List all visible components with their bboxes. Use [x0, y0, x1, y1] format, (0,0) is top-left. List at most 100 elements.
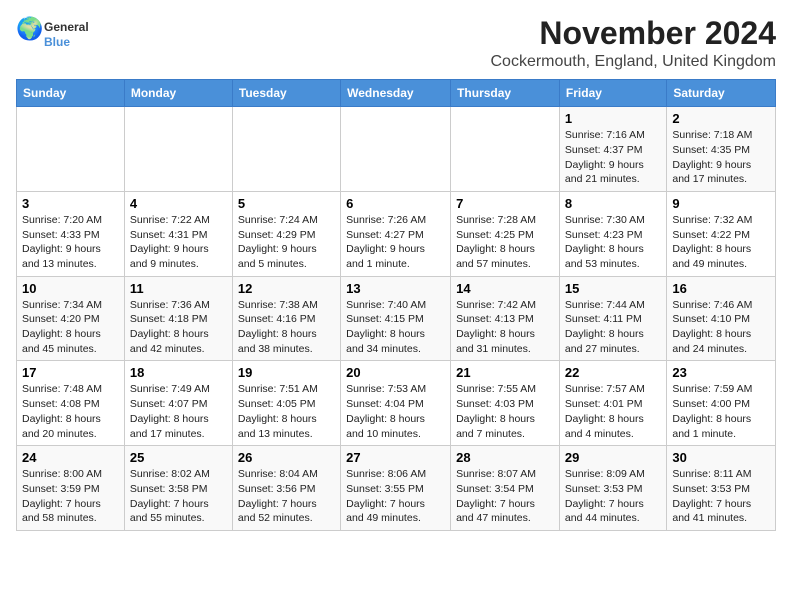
- day-info: Sunrise: 7:59 AM Sunset: 4:00 PM Dayligh…: [672, 382, 770, 441]
- day-info: Sunrise: 7:44 AM Sunset: 4:11 PM Dayligh…: [565, 298, 661, 357]
- header-cell-sunday: Sunday: [17, 80, 125, 107]
- day-number: 21: [456, 365, 554, 380]
- calendar-cell: 6 Sunrise: 7:26 AM Sunset: 4:27 PM Daylig…: [341, 191, 451, 276]
- day-info: Sunrise: 8:02 AM Sunset: 3:58 PM Dayligh…: [130, 467, 227, 526]
- day-number: 1: [565, 111, 661, 126]
- day-info: Sunrise: 8:06 AM Sunset: 3:55 PM Dayligh…: [346, 467, 445, 526]
- day-number: 8: [565, 196, 661, 211]
- svg-text:🌍: 🌍: [16, 16, 43, 41]
- day-info: Sunrise: 7:48 AM Sunset: 4:08 PM Dayligh…: [22, 382, 119, 441]
- calendar-cell: 3 Sunrise: 7:20 AM Sunset: 4:33 PM Daylig…: [17, 191, 125, 276]
- day-number: 29: [565, 450, 661, 465]
- day-number: 13: [346, 281, 445, 296]
- day-info: Sunrise: 7:40 AM Sunset: 4:15 PM Dayligh…: [346, 298, 445, 357]
- calendar-cell: 30 Sunrise: 8:11 AM Sunset: 3:53 PM Dayli…: [667, 446, 776, 531]
- calendar-week-5: 24Sunrise: 8:00 AM Sunset: 3:59 PM Dayli…: [17, 446, 776, 531]
- calendar-week-4: 17 Sunrise: 7:48 AM Sunset: 4:08 PM Dayli…: [17, 361, 776, 446]
- day-number: 14: [456, 281, 554, 296]
- day-number: 28: [456, 450, 554, 465]
- day-info: Sunrise: 7:30 AM Sunset: 4:23 PM Dayligh…: [565, 213, 661, 272]
- calendar-cell: [17, 107, 125, 192]
- day-number: 9: [672, 196, 770, 211]
- day-info: Sunrise: 7:38 AM Sunset: 4:16 PM Dayligh…: [238, 298, 335, 357]
- calendar-week-1: 1 Sunrise: 7:16 AM Sunset: 4:37 PM Daylig…: [17, 107, 776, 192]
- day-number: 27: [346, 450, 445, 465]
- calendar-table: SundayMondayTuesdayWednesdayThursdayFrid…: [16, 79, 776, 531]
- calendar-week-3: 10 Sunrise: 7:34 AM Sunset: 4:20 PM Dayli…: [17, 276, 776, 361]
- calendar-cell: 28 Sunrise: 8:07 AM Sunset: 3:54 PM Dayli…: [451, 446, 560, 531]
- day-info: Sunrise: 7:34 AM Sunset: 4:20 PM Dayligh…: [22, 298, 119, 357]
- day-info: Sunrise: 7:28 AM Sunset: 4:25 PM Dayligh…: [456, 213, 554, 272]
- header-cell-monday: Monday: [124, 80, 232, 107]
- day-number: 22: [565, 365, 661, 380]
- day-number: 15: [565, 281, 661, 296]
- calendar-cell: 26Sunrise: 8:04 AM Sunset: 3:56 PM Dayli…: [232, 446, 340, 531]
- day-number: 4: [130, 196, 227, 211]
- day-info: Sunrise: 7:16 AM Sunset: 4:37 PM Dayligh…: [565, 128, 661, 187]
- calendar-cell: 19Sunrise: 7:51 AM Sunset: 4:05 PM Dayli…: [232, 361, 340, 446]
- calendar-body: 1 Sunrise: 7:16 AM Sunset: 4:37 PM Daylig…: [17, 107, 776, 531]
- day-number: 11: [130, 281, 227, 296]
- logo: General Blue 🌍: [16, 16, 106, 52]
- subtitle: Cockermouth, England, United Kingdom: [491, 53, 777, 71]
- calendar-header-row: SundayMondayTuesdayWednesdayThursdayFrid…: [17, 80, 776, 107]
- calendar-cell: 20 Sunrise: 7:53 AM Sunset: 4:04 PM Dayli…: [341, 361, 451, 446]
- svg-text:Blue: Blue: [44, 35, 70, 49]
- day-number: 10: [22, 281, 119, 296]
- day-number: 3: [22, 196, 119, 211]
- day-number: 5: [238, 196, 335, 211]
- day-info: Sunrise: 7:24 AM Sunset: 4:29 PM Dayligh…: [238, 213, 335, 272]
- day-number: 25: [130, 450, 227, 465]
- day-number: 30: [672, 450, 770, 465]
- logo-svg: General Blue 🌍: [16, 16, 106, 52]
- calendar-cell: 21Sunrise: 7:55 AM Sunset: 4:03 PM Dayli…: [451, 361, 560, 446]
- calendar-cell: 10 Sunrise: 7:34 AM Sunset: 4:20 PM Dayli…: [17, 276, 125, 361]
- calendar-cell: [341, 107, 451, 192]
- day-number: 6: [346, 196, 445, 211]
- calendar-cell: 14Sunrise: 7:42 AM Sunset: 4:13 PM Dayli…: [451, 276, 560, 361]
- day-number: 17: [22, 365, 119, 380]
- day-number: 20: [346, 365, 445, 380]
- day-info: Sunrise: 7:53 AM Sunset: 4:04 PM Dayligh…: [346, 382, 445, 441]
- calendar-cell: 23Sunrise: 7:59 AM Sunset: 4:00 PM Dayli…: [667, 361, 776, 446]
- calendar-cell: 27 Sunrise: 8:06 AM Sunset: 3:55 PM Dayli…: [341, 446, 451, 531]
- calendar-cell: 4 Sunrise: 7:22 AM Sunset: 4:31 PM Daylig…: [124, 191, 232, 276]
- calendar-cell: 9 Sunrise: 7:32 AM Sunset: 4:22 PM Daylig…: [667, 191, 776, 276]
- calendar-cell: 2Sunrise: 7:18 AM Sunset: 4:35 PM Daylig…: [667, 107, 776, 192]
- day-info: Sunrise: 7:51 AM Sunset: 4:05 PM Dayligh…: [238, 382, 335, 441]
- svg-text:General: General: [44, 20, 89, 34]
- calendar-cell: 15 Sunrise: 7:44 AM Sunset: 4:11 PM Dayli…: [559, 276, 666, 361]
- day-info: Sunrise: 7:36 AM Sunset: 4:18 PM Dayligh…: [130, 298, 227, 357]
- day-info: Sunrise: 7:57 AM Sunset: 4:01 PM Dayligh…: [565, 382, 661, 441]
- calendar-week-2: 3 Sunrise: 7:20 AM Sunset: 4:33 PM Daylig…: [17, 191, 776, 276]
- calendar-cell: [124, 107, 232, 192]
- day-number: 26: [238, 450, 335, 465]
- day-info: Sunrise: 7:32 AM Sunset: 4:22 PM Dayligh…: [672, 213, 770, 272]
- calendar-cell: 1 Sunrise: 7:16 AM Sunset: 4:37 PM Daylig…: [559, 107, 666, 192]
- main-title: November 2024: [491, 16, 777, 51]
- day-info: Sunrise: 8:11 AM Sunset: 3:53 PM Dayligh…: [672, 467, 770, 526]
- calendar-cell: 5 Sunrise: 7:24 AM Sunset: 4:29 PM Daylig…: [232, 191, 340, 276]
- day-number: 7: [456, 196, 554, 211]
- day-info: Sunrise: 8:07 AM Sunset: 3:54 PM Dayligh…: [456, 467, 554, 526]
- calendar-cell: 7 Sunrise: 7:28 AM Sunset: 4:25 PM Daylig…: [451, 191, 560, 276]
- day-number: 12: [238, 281, 335, 296]
- calendar-cell: 8 Sunrise: 7:30 AM Sunset: 4:23 PM Daylig…: [559, 191, 666, 276]
- day-number: 2: [672, 111, 770, 126]
- calendar-cell: 22 Sunrise: 7:57 AM Sunset: 4:01 PM Dayli…: [559, 361, 666, 446]
- calendar-cell: 11 Sunrise: 7:36 AM Sunset: 4:18 PM Dayli…: [124, 276, 232, 361]
- day-info: Sunrise: 7:22 AM Sunset: 4:31 PM Dayligh…: [130, 213, 227, 272]
- day-info: Sunrise: 7:20 AM Sunset: 4:33 PM Dayligh…: [22, 213, 119, 272]
- day-info: Sunrise: 7:26 AM Sunset: 4:27 PM Dayligh…: [346, 213, 445, 272]
- calendar-cell: 13 Sunrise: 7:40 AM Sunset: 4:15 PM Dayli…: [341, 276, 451, 361]
- day-number: 18: [130, 365, 227, 380]
- calendar-cell: 16Sunrise: 7:46 AM Sunset: 4:10 PM Dayli…: [667, 276, 776, 361]
- calendar-cell: [451, 107, 560, 192]
- header-cell-wednesday: Wednesday: [341, 80, 451, 107]
- day-info: Sunrise: 7:49 AM Sunset: 4:07 PM Dayligh…: [130, 382, 227, 441]
- calendar-cell: 25 Sunrise: 8:02 AM Sunset: 3:58 PM Dayli…: [124, 446, 232, 531]
- day-info: Sunrise: 8:00 AM Sunset: 3:59 PM Dayligh…: [22, 467, 119, 526]
- day-info: Sunrise: 7:46 AM Sunset: 4:10 PM Dayligh…: [672, 298, 770, 357]
- header-cell-saturday: Saturday: [667, 80, 776, 107]
- day-info: Sunrise: 8:09 AM Sunset: 3:53 PM Dayligh…: [565, 467, 661, 526]
